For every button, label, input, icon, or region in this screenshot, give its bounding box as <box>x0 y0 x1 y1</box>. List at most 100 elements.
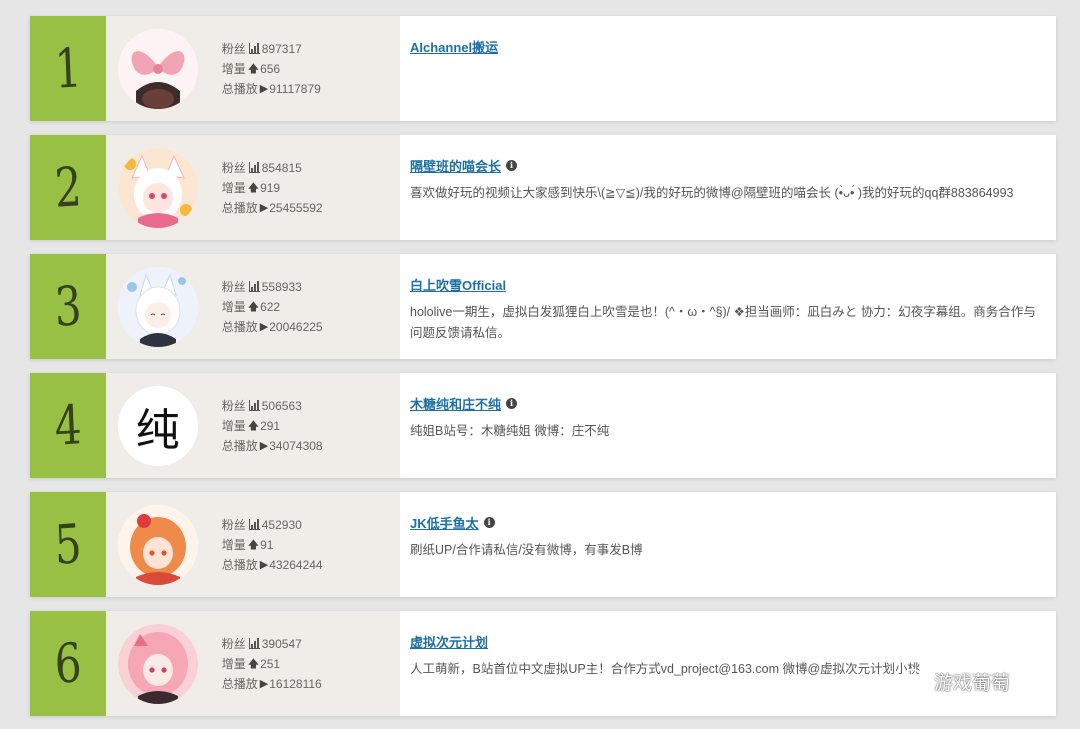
plays-value: 91117879 <box>269 81 321 96</box>
plays-stat: 总播放 ▶ 20046225 <box>222 317 323 337</box>
rank-number: 2 <box>30 135 106 240</box>
fans-stat: 粉丝 854815 <box>222 158 323 178</box>
ranking-row: 1 粉丝 897317 增量 🡅 656 总播放 ▶ 91117879 AIch… <box>30 16 1056 121</box>
fans-value: 390547 <box>261 636 302 651</box>
avatar[interactable]: 纯 <box>117 385 198 466</box>
ranking-row: 3 粉丝 558933 增量 🡅 622 总播放 ▶ 20046225 白上吹雪… <box>30 254 1056 359</box>
fans-value: 558933 <box>261 279 302 294</box>
arrow-up-icon: 🡅 <box>247 62 260 75</box>
stats: 粉丝 897317 增量 🡅 656 总播放 ▶ 91117879 <box>222 39 321 99</box>
bar-chart-icon <box>248 281 260 292</box>
fans-value: 506563 <box>261 398 302 413</box>
plays-value: 34074308 <box>269 438 323 453</box>
arrow-up-icon: 🡅 <box>247 181 260 194</box>
ranking-list: 1 粉丝 897317 增量 🡅 656 总播放 ▶ 91117879 AIch… <box>30 16 1056 729</box>
plays-stat: 总播放 ▶ 25455592 <box>222 198 323 218</box>
uploader-name-link[interactable]: AIchannel搬运 <box>410 37 498 56</box>
uploader-detail: 白上吹雪Official hololive一期生，虚拟白发狐狸白上吹雪是也！(^… <box>400 254 1056 359</box>
uploader-detail: 木糖纯和庄不纯 i 纯姐B站号：木糖纯姐 微博：庄不纯 <box>400 373 1056 478</box>
bar-chart-icon <box>248 638 260 649</box>
plays-stat: 总播放 ▶ 34074308 <box>222 436 323 456</box>
uploader-detail: JK低手鱼太 i 刷纸UP/合作请私信/没有微博，有事发B博 <box>400 492 1056 597</box>
uploader-name-link[interactable]: 木糖纯和庄不纯 <box>410 394 501 413</box>
ranking-row: 5 粉丝 452930 增量 🡅 91 总播放 ▶ 43264244 JK低手鱼… <box>30 492 1056 597</box>
uploader-summary: 纯 粉丝 506563 增量 🡅 291 总播放 ▶ 34074308 <box>105 373 400 478</box>
uploader-name-link[interactable]: JK低手鱼太 <box>410 513 479 532</box>
stats: 粉丝 854815 增量 🡅 919 总播放 ▶ 25455592 <box>222 158 323 218</box>
increase-stat: 增量 🡅 622 <box>222 297 323 317</box>
increase-value: 622 <box>260 299 281 314</box>
increase-stat: 增量 🡅 91 <box>222 535 323 555</box>
fans-stat: 粉丝 390547 <box>222 634 322 654</box>
increase-value: 656 <box>260 61 281 76</box>
increase-value: 91 <box>260 537 274 552</box>
plays-stat: 总播放 ▶ 16128116 <box>222 674 322 694</box>
play-icon: ▶ <box>259 82 269 95</box>
increase-value: 251 <box>260 656 281 671</box>
plays-value: 25455592 <box>269 200 323 215</box>
arrow-up-icon: 🡅 <box>247 538 260 551</box>
ranking-row: 2 粉丝 854815 增量 🡅 919 总播放 ▶ 25455592 隔壁班的… <box>30 135 1056 240</box>
bar-chart-icon <box>248 162 260 173</box>
ranking-row: 4 纯 粉丝 506563 增量 🡅 291 总播放 ▶ 34074308 木糖… <box>30 373 1056 478</box>
rank-number: 5 <box>30 492 106 597</box>
bar-chart-icon <box>248 519 260 530</box>
uploader-name-link[interactable]: 白上吹雪Official <box>410 275 506 294</box>
fans-value: 897317 <box>261 41 302 56</box>
stats: 粉丝 558933 增量 🡅 622 总播放 ▶ 20046225 <box>222 277 323 337</box>
avatar[interactable] <box>117 504 198 585</box>
wechat-icon <box>902 668 928 695</box>
increase-value: 919 <box>260 180 281 195</box>
uploader-name-link[interactable]: 隔壁班的喵会长 <box>410 156 501 175</box>
increase-value: 291 <box>260 418 281 433</box>
avatar[interactable] <box>117 28 198 109</box>
uploader-summary: 粉丝 390547 增量 🡅 251 总播放 ▶ 16128116 <box>105 611 400 716</box>
uploader-summary: 粉丝 558933 增量 🡅 622 总播放 ▶ 20046225 <box>105 254 400 359</box>
rank-number: 6 <box>30 611 106 716</box>
play-icon: ▶ <box>259 439 269 452</box>
fans-stat: 粉丝 506563 <box>222 396 323 416</box>
fans-value: 452930 <box>261 517 302 532</box>
increase-stat: 增量 🡅 251 <box>222 654 322 674</box>
bar-chart-icon <box>248 43 260 54</box>
uploader-description: hololive一期生，虚拟白发狐狸白上吹雪是也！(^・ω・^§)/ ❖担当画师… <box>410 305 1036 340</box>
fans-stat: 粉丝 452930 <box>222 515 323 535</box>
fans-stat: 粉丝 558933 <box>222 277 323 297</box>
uploader-name-link[interactable]: 虚拟次元计划 <box>410 632 488 651</box>
uploader-description: 纯姐B站号：木糖纯姐 微博：庄不纯 <box>410 424 610 438</box>
info-icon[interactable]: i <box>483 516 495 528</box>
uploader-description: 喜欢做好玩的视频让大家感到快乐\(≧▽≦)/我的好玩的微博@隔壁班的喵会长 (•… <box>410 186 1014 200</box>
play-icon: ▶ <box>259 677 269 690</box>
stats: 粉丝 506563 增量 🡅 291 总播放 ▶ 34074308 <box>222 396 323 456</box>
rank-number: 4 <box>30 373 106 478</box>
uploader-summary: 粉丝 452930 增量 🡅 91 总播放 ▶ 43264244 <box>105 492 400 597</box>
ranking-row: 6 粉丝 390547 增量 🡅 251 总播放 ▶ 16128116 虚拟次元… <box>30 611 1056 716</box>
plays-value: 20046225 <box>269 319 323 334</box>
avatar[interactable] <box>117 266 198 347</box>
avatar[interactable] <box>117 147 198 228</box>
uploader-detail: 虚拟次元计划 人工萌新，B站首位中文虚拟UP主！合作方式vd_project@1… <box>400 611 1056 716</box>
avatar[interactable] <box>117 623 198 704</box>
plays-value: 16128116 <box>269 676 322 691</box>
arrow-up-icon: 🡅 <box>247 300 260 313</box>
plays-stat: 总播放 ▶ 91117879 <box>222 79 321 99</box>
watermark: 游戏葡萄 <box>902 668 1010 695</box>
uploader-detail: AIchannel搬运 <box>400 16 1056 121</box>
play-icon: ▶ <box>259 320 269 333</box>
arrow-up-icon: 🡅 <box>247 657 260 670</box>
uploader-summary: 粉丝 854815 增量 🡅 919 总播放 ▶ 25455592 <box>105 135 400 240</box>
info-icon[interactable]: i <box>506 397 518 409</box>
increase-stat: 增量 🡅 656 <box>222 59 321 79</box>
rank-number: 1 <box>30 16 106 121</box>
info-icon[interactable]: i <box>506 159 518 171</box>
fans-value: 854815 <box>261 160 302 175</box>
stats: 粉丝 452930 增量 🡅 91 总播放 ▶ 43264244 <box>222 515 323 575</box>
increase-stat: 增量 🡅 919 <box>222 178 323 198</box>
uploader-detail: 隔壁班的喵会长 i 喜欢做好玩的视频让大家感到快乐\(≧▽≦)/我的好玩的微博@… <box>400 135 1056 240</box>
plays-stat: 总播放 ▶ 43264244 <box>222 555 323 575</box>
arrow-up-icon: 🡅 <box>247 419 260 432</box>
bar-chart-icon <box>248 400 260 411</box>
play-icon: ▶ <box>259 201 269 214</box>
increase-stat: 增量 🡅 291 <box>222 416 323 436</box>
play-icon: ▶ <box>259 558 269 571</box>
